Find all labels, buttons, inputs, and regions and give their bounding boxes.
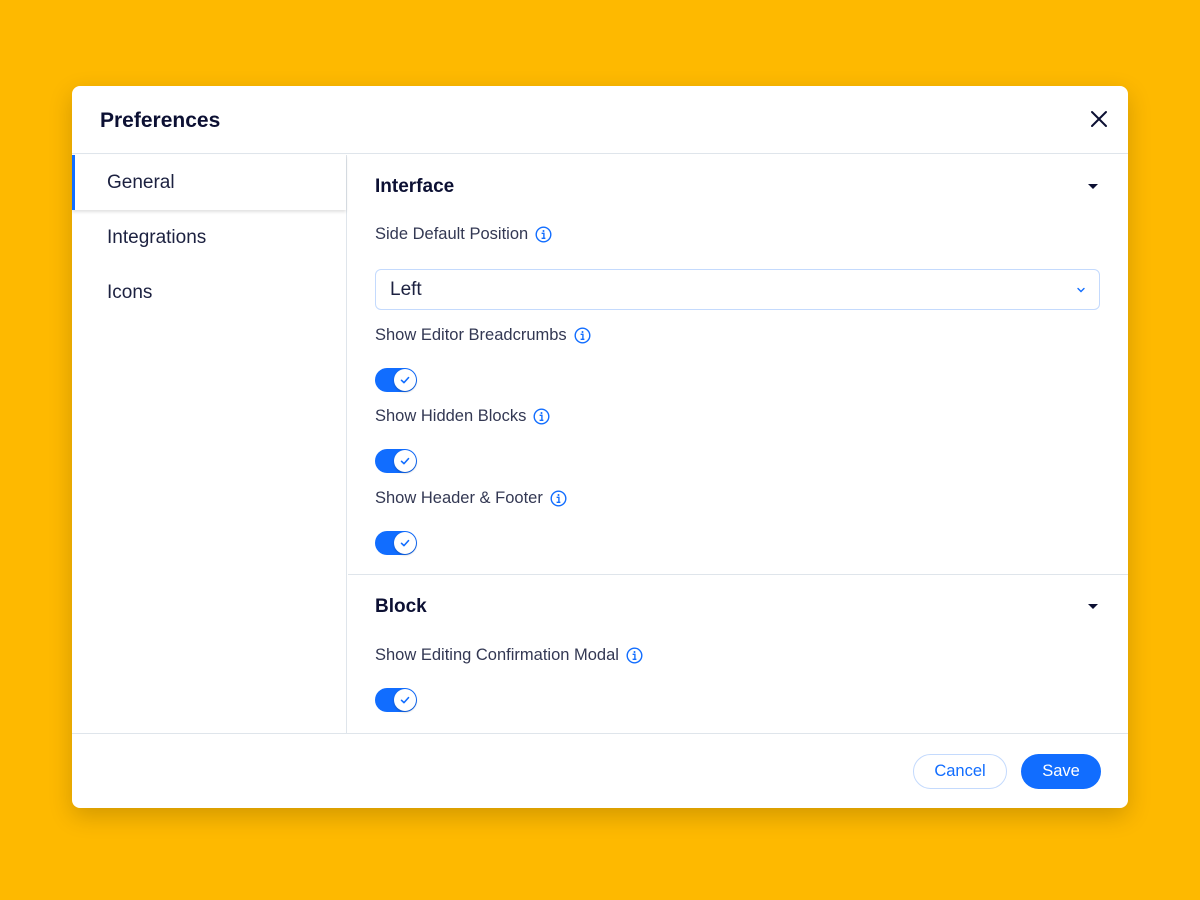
- field-label-text: Show Header & Footer: [375, 489, 543, 507]
- modal-title: Preferences: [100, 109, 221, 132]
- sidebar-item-label: General: [107, 171, 175, 193]
- close-icon: [1091, 111, 1107, 127]
- save-button[interactable]: Save: [1021, 754, 1101, 789]
- field-label-text: Show Editing Confirmation Modal: [375, 646, 619, 664]
- toggle-knob: [394, 532, 416, 554]
- check-icon: [400, 539, 410, 547]
- sidebar-item-icons[interactable]: Icons: [72, 265, 346, 320]
- section-title: Block: [375, 596, 427, 617]
- toggle-knob: [394, 369, 416, 391]
- sidebar-item-integrations[interactable]: Integrations: [72, 210, 346, 265]
- select-value: Left: [390, 278, 422, 300]
- info-icon[interactable]: [626, 647, 643, 664]
- show-editor-breadcrumbs-label: Show Editor Breadcrumbs: [375, 326, 591, 345]
- toggle-knob: [394, 450, 416, 472]
- cancel-button[interactable]: Cancel: [913, 754, 1007, 789]
- field-label-text: Show Hidden Blocks: [375, 407, 527, 425]
- check-icon: [400, 696, 410, 704]
- info-icon[interactable]: [574, 327, 591, 344]
- sidebar-item-label: Icons: [107, 281, 153, 303]
- show-hidden-blocks-toggle[interactable]: [375, 449, 417, 473]
- modal-footer: Cancel Save: [72, 733, 1128, 808]
- section-title: Interface: [375, 176, 455, 197]
- show-hidden-blocks-label: Show Hidden Blocks: [375, 407, 550, 426]
- caret-down-icon: [1088, 604, 1098, 609]
- show-header-footer-label: Show Header & Footer: [375, 489, 567, 508]
- preferences-modal: Preferences General Integrations Icons I…: [72, 86, 1128, 808]
- sidebar-item-general[interactable]: General: [72, 155, 346, 210]
- show-editing-confirmation-modal-label: Show Editing Confirmation Modal: [375, 646, 643, 665]
- chevron-down-icon: [1077, 287, 1085, 293]
- side-default-position-label: Side Default Position: [375, 225, 552, 244]
- check-icon: [400, 457, 410, 465]
- sidebar: General Integrations Icons: [72, 155, 347, 733]
- modal-header: Preferences: [72, 86, 1128, 154]
- show-editor-breadcrumbs-toggle[interactable]: [375, 368, 417, 392]
- check-icon: [400, 376, 410, 384]
- toggle-knob: [394, 689, 416, 711]
- block-section-header[interactable]: Block: [348, 575, 1128, 639]
- info-icon[interactable]: [533, 408, 550, 425]
- info-icon[interactable]: [550, 490, 567, 507]
- caret-down-icon: [1088, 184, 1098, 189]
- side-position-select[interactable]: Left: [375, 269, 1100, 310]
- field-label-text: Side Default Position: [375, 225, 529, 243]
- show-editing-confirmation-modal-toggle[interactable]: [375, 688, 417, 712]
- show-header-footer-toggle[interactable]: [375, 531, 417, 555]
- content-panel: Interface Side Default Position Left Sho…: [348, 155, 1128, 733]
- close-button[interactable]: [1088, 108, 1110, 130]
- info-icon[interactable]: [535, 226, 552, 243]
- interface-section-header[interactable]: Interface: [348, 155, 1128, 219]
- sidebar-item-label: Integrations: [107, 226, 207, 248]
- field-label-text: Show Editor Breadcrumbs: [375, 326, 567, 344]
